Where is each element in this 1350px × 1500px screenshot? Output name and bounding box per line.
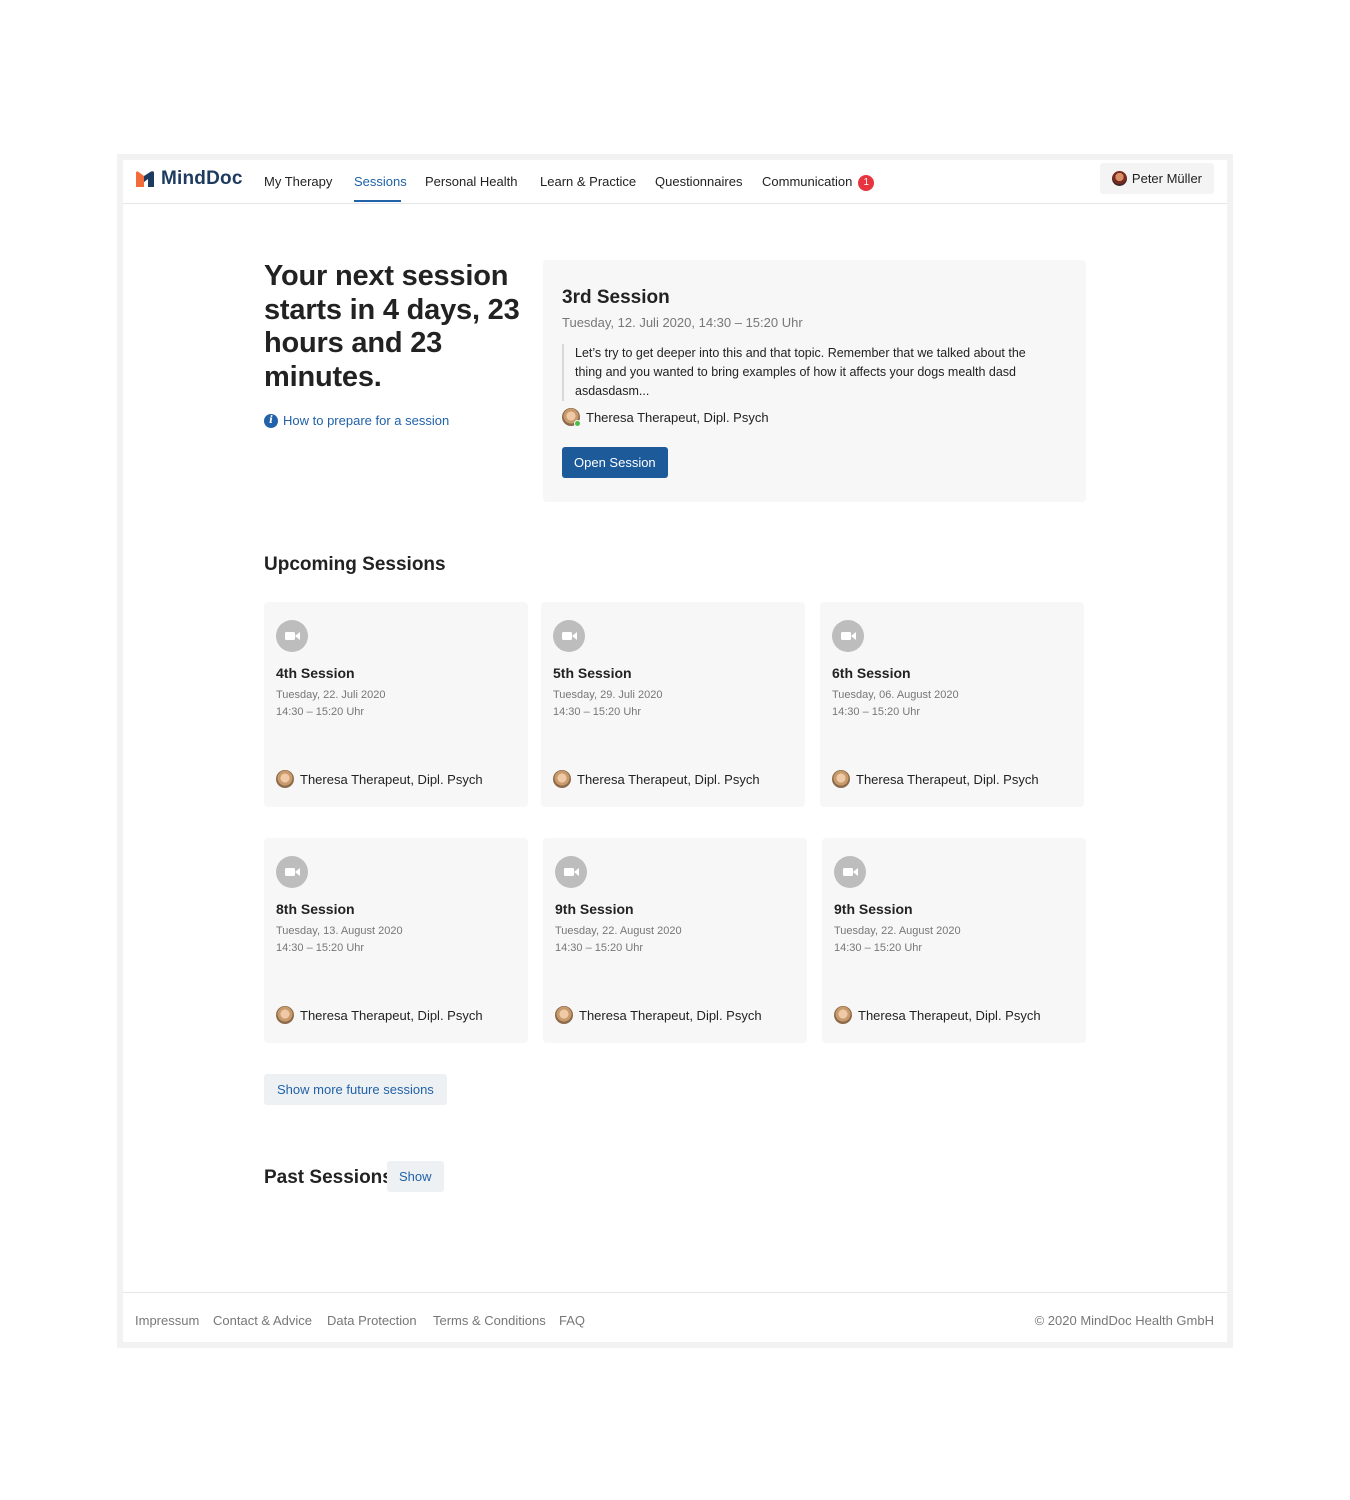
nav-item-communication[interactable]: Communication 1 [762, 174, 875, 191]
therapist-name: Theresa Therapeut, Dipl. Psych [300, 1007, 483, 1023]
active-tab-indicator [354, 200, 401, 202]
show-past-sessions-button[interactable]: Show [387, 1161, 444, 1192]
session-card[interactable]: 8th Session Tuesday, 13. August 2020 14:… [264, 838, 528, 1043]
therapist-name: Theresa Therapeut, Dipl. Psych [579, 1007, 762, 1023]
session-therapist: Theresa Therapeut, Dipl. Psych [832, 770, 1039, 788]
session-therapist: Theresa Therapeut, Dipl. Psych [555, 1006, 762, 1024]
therapist-name: Theresa Therapeut, Dipl. Psych [577, 771, 760, 787]
next-session-title: 3rd Session [562, 287, 670, 308]
session-date: Tuesday, 22. August 2020 [834, 925, 961, 937]
session-title: 5th Session [553, 665, 632, 681]
next-session-date: Tuesday, 12. Juli 2020, 14:30 – 15:20 Uh… [562, 315, 803, 330]
therapist-avatar [562, 408, 581, 427]
nav-item-personal-health[interactable]: Personal Health [425, 174, 518, 189]
session-date: Tuesday, 22. August 2020 [555, 925, 682, 937]
session-title: 6th Session [832, 665, 911, 681]
therapist-avatar [832, 770, 850, 788]
next-session-countdown: Your next session starts in 4 days, 23 h… [264, 260, 520, 393]
upcoming-sessions-title: Upcoming Sessions [264, 554, 446, 575]
user-name: Peter Müller [1131, 171, 1202, 186]
therapist-avatar [834, 1006, 852, 1024]
footer-link-data-protection[interactable]: Data Protection [327, 1313, 417, 1328]
session-date: Tuesday, 29. Juli 2020 [553, 689, 663, 701]
therapist-avatar [553, 770, 571, 788]
open-session-button[interactable]: Open Session [562, 447, 668, 478]
therapist-name: Theresa Therapeut, Dipl. Psych [856, 771, 1039, 787]
nav-item-learn-practice[interactable]: Learn & Practice [540, 174, 636, 189]
session-therapist: Theresa Therapeut, Dipl. Psych [834, 1006, 1041, 1024]
minddoc-logo[interactable]: MindDoc [135, 168, 243, 190]
footer-link-impressum[interactable]: Impressum [135, 1313, 199, 1328]
prepare-session-link[interactable]: i How to prepare for a session [264, 413, 449, 428]
video-camera-icon [553, 620, 585, 652]
session-date: Tuesday, 22. Juli 2020 [276, 689, 386, 701]
session-time: 14:30 – 15:20 Uhr [553, 706, 642, 718]
nav-item-communication-label: Communication [762, 174, 853, 189]
session-card[interactable]: 5th Session Tuesday, 29. Juli 2020 14:30… [541, 602, 805, 807]
user-avatar [1111, 171, 1127, 186]
copyright: © 2020 MindDoc Health GmbH [1034, 1313, 1214, 1328]
top-navigation: MindDoc My Therapy Sessions Personal Hea… [123, 160, 1227, 204]
session-therapist: Theresa Therapeut, Dipl. Psych [553, 770, 760, 788]
video-camera-icon [832, 620, 864, 652]
notification-badge: 1 [858, 175, 875, 191]
session-title: 9th Session [834, 901, 913, 917]
video-camera-icon [834, 856, 866, 888]
video-camera-icon [276, 856, 308, 888]
session-date: Tuesday, 13. August 2020 [276, 925, 403, 937]
info-icon: i [264, 413, 278, 428]
session-time: 14:30 – 15:20 Uhr [276, 706, 365, 718]
session-date: Tuesday, 06. August 2020 [832, 689, 959, 701]
nav-item-sessions[interactable]: Sessions [354, 174, 407, 189]
therapist-name: Theresa Therapeut, Dipl. Psych [858, 1007, 1041, 1023]
online-status-dot [574, 420, 581, 427]
footer-link-terms[interactable]: Terms & Conditions [433, 1313, 546, 1328]
next-session-card: 3rd Session Tuesday, 12. Juli 2020, 14:3… [543, 260, 1086, 502]
therapist-avatar [276, 1006, 294, 1024]
therapist-avatar [555, 1006, 573, 1024]
session-title: 8th Session [276, 901, 355, 917]
therapist-name: Theresa Therapeut, Dipl. Psych [586, 409, 769, 425]
video-camera-icon [555, 856, 587, 888]
session-time: 14:30 – 15:20 Uhr [834, 942, 923, 954]
past-sessions-title: Past Sessions [264, 1167, 393, 1188]
app-container: MindDoc My Therapy Sessions Personal Hea… [123, 160, 1227, 1342]
session-card[interactable]: 9th Session Tuesday, 22. August 2020 14:… [822, 838, 1086, 1043]
next-session-therapist: Theresa Therapeut, Dipl. Psych [562, 408, 769, 427]
video-camera-icon [276, 620, 308, 652]
session-therapist: Theresa Therapeut, Dipl. Psych [276, 1006, 483, 1024]
session-card[interactable]: 4th Session Tuesday, 22. Juli 2020 14:30… [264, 602, 528, 807]
therapist-name: Theresa Therapeut, Dipl. Psych [300, 771, 483, 787]
next-session-note: Let’s try to get deeper into this and th… [562, 344, 1052, 401]
session-title: 9th Session [555, 901, 634, 917]
brand-name: MindDoc [161, 168, 243, 189]
prepare-session-link-label: How to prepare for a session [283, 413, 450, 428]
session-therapist: Theresa Therapeut, Dipl. Psych [276, 770, 483, 788]
minddoc-logo-icon [136, 171, 154, 187]
therapist-avatar [276, 770, 294, 788]
session-title: 4th Session [276, 665, 355, 681]
nav-item-questionnaires[interactable]: Questionnaires [655, 174, 742, 189]
session-time: 14:30 – 15:20 Uhr [832, 706, 921, 718]
footer-link-contact[interactable]: Contact & Advice [213, 1313, 312, 1328]
nav-item-my-therapy[interactable]: My Therapy [264, 174, 332, 189]
user-menu-button[interactable]: Peter Müller [1099, 163, 1214, 194]
footer: Impressum Contact & Advice Data Protecti… [123, 1292, 1227, 1342]
session-time: 14:30 – 15:20 Uhr [555, 942, 644, 954]
session-time: 14:30 – 15:20 Uhr [276, 942, 365, 954]
session-card[interactable]: 9th Session Tuesday, 22. August 2020 14:… [543, 838, 807, 1043]
footer-link-faq[interactable]: FAQ [559, 1313, 585, 1328]
session-card[interactable]: 6th Session Tuesday, 06. August 2020 14:… [820, 602, 1084, 807]
show-more-sessions-button[interactable]: Show more future sessions [264, 1074, 447, 1105]
